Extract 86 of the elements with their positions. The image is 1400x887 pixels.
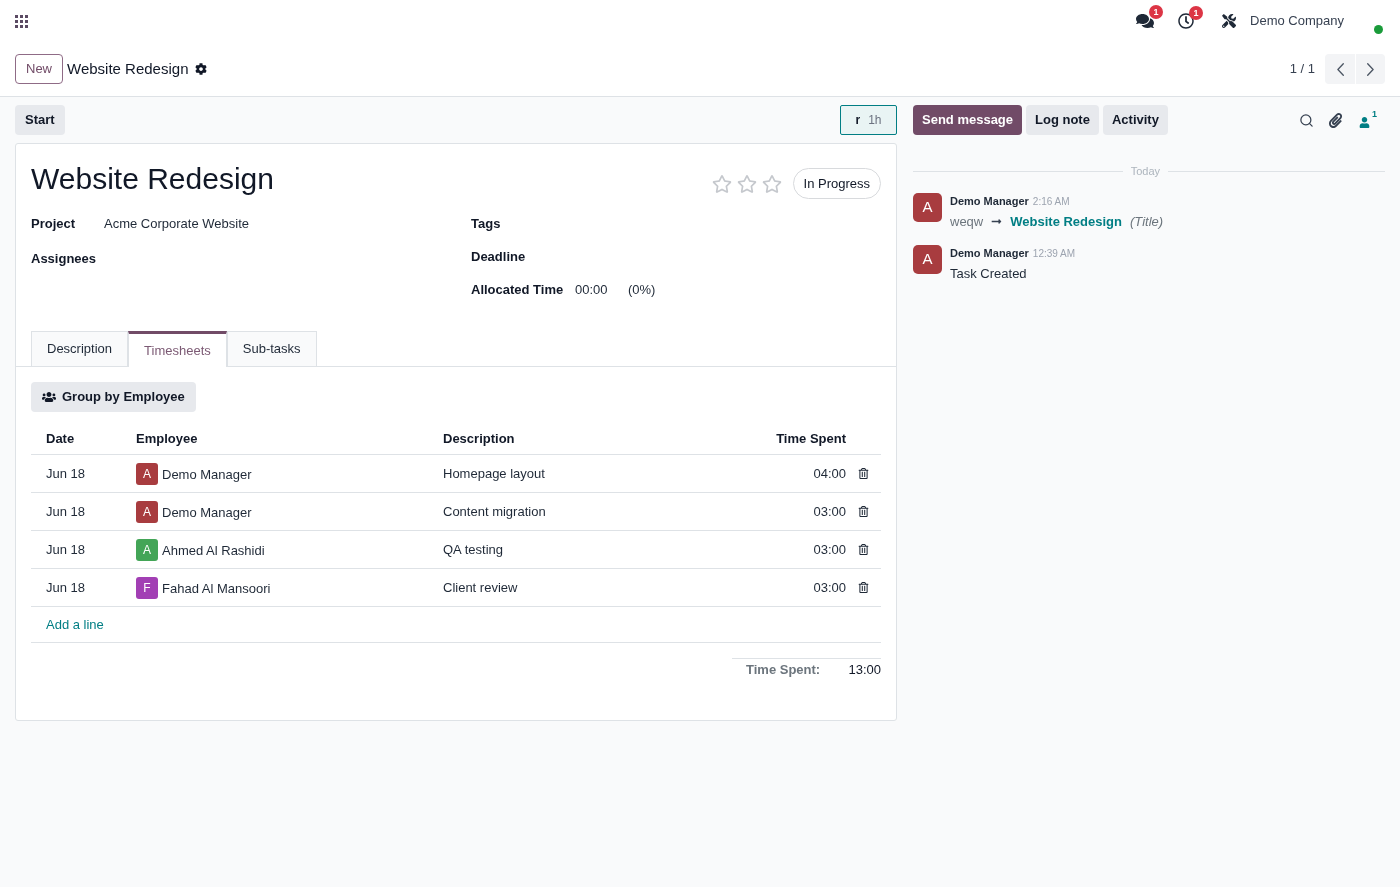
message-body: Task Created xyxy=(950,265,1028,283)
tab[interactable]: Description xyxy=(31,331,129,366)
field-label: Allocated Time xyxy=(471,280,565,299)
employee-avatar: A xyxy=(136,500,158,523)
chevron-right-icon xyxy=(1367,62,1374,76)
column-header[interactable]: Date xyxy=(31,428,121,449)
employee-name: Fahad Al Mansoori xyxy=(162,580,271,599)
date-cell-text: Jun 18 xyxy=(45,540,87,559)
description-cell-text: Content migration xyxy=(442,502,547,521)
chatter-button[interactable]: Log note xyxy=(1026,105,1099,135)
field-value[interactable]: Acme Corporate Website xyxy=(104,213,249,234)
stage-button[interactable]: In Progress xyxy=(792,168,881,199)
notification-badge: 1 xyxy=(1189,6,1204,20)
description-cell-text: Homepage layout xyxy=(442,464,546,483)
field-label: Assignees xyxy=(31,249,98,268)
timer-button[interactable]: r 1h xyxy=(840,105,897,135)
old-value: weqw xyxy=(950,213,984,231)
search-icon[interactable] xyxy=(1299,112,1314,128)
field-label: Deadline xyxy=(471,247,527,266)
column-header[interactable]: Description xyxy=(428,428,726,449)
followers-icon[interactable] xyxy=(1359,116,1370,128)
employee-avatar: A xyxy=(136,538,158,561)
star-icon[interactable] xyxy=(736,173,757,194)
description-cell-text: QA testing xyxy=(442,540,504,559)
employee-name: Demo Manager xyxy=(162,466,252,485)
apps-menu-icon[interactable] xyxy=(15,14,28,28)
online-status-icon xyxy=(1374,24,1383,34)
group-by-employee-button[interactable]: Group by Employee xyxy=(31,382,196,412)
description-cell-text: Client review xyxy=(442,578,519,597)
message-time: 12:39 AM xyxy=(1032,246,1076,261)
previous-record-button[interactable] xyxy=(1325,54,1355,84)
time-cell-text: 04:00 xyxy=(812,464,846,483)
employee-avatar: F xyxy=(136,576,158,599)
column-header[interactable]: Time Spent xyxy=(726,428,846,449)
start-button[interactable]: Start xyxy=(15,105,65,135)
task-title: Website Redesign xyxy=(31,161,274,197)
new-button[interactable]: New xyxy=(15,54,63,84)
message-author: Demo Manager xyxy=(950,245,1029,261)
time-cell-text: 03:00 xyxy=(812,578,846,597)
field-percentage: (0%) xyxy=(628,280,656,299)
delete-icon[interactable] xyxy=(858,544,869,555)
total-label: Time Spent: xyxy=(746,661,821,680)
date-cell-text: Jun 18 xyxy=(45,464,87,483)
breadcrumb-title: Website Redesign xyxy=(67,58,189,79)
employee-name: Demo Manager xyxy=(162,504,252,523)
field-value[interactable]: 00:00 xyxy=(575,279,628,300)
clock-icon[interactable] xyxy=(1178,13,1195,29)
column-header[interactable]: Employee xyxy=(121,428,428,449)
chatter-button[interactable]: Activity xyxy=(1102,105,1168,135)
date-separator: Today xyxy=(1129,164,1161,179)
settings-icon[interactable] xyxy=(195,63,208,75)
tab[interactable]: Sub-tasks xyxy=(226,331,317,366)
time-cell-text: 03:00 xyxy=(812,502,846,521)
chat-icon[interactable] xyxy=(1136,12,1155,30)
time-cell-text: 03:00 xyxy=(812,540,846,559)
chatter-button[interactable]: Send message xyxy=(913,105,1023,135)
field-label: Tags xyxy=(471,214,502,233)
author-avatar: A xyxy=(913,192,942,222)
delete-icon[interactable] xyxy=(858,468,869,479)
message-time: 2:16 AM xyxy=(1032,194,1070,209)
star-icon[interactable] xyxy=(711,173,732,194)
company-name[interactable]: Demo Company xyxy=(1250,11,1344,31)
author-avatar: A xyxy=(913,244,942,274)
employee-name: Ahmed Al Rashidi xyxy=(162,542,265,561)
tracked-field: (Title) xyxy=(1130,212,1164,232)
date-cell-text: Jun 18 xyxy=(45,502,87,521)
tools-icon[interactable] xyxy=(1222,14,1237,28)
delete-icon[interactable] xyxy=(858,506,869,517)
new-value: Website Redesign xyxy=(1010,213,1122,231)
pager-counter[interactable]: 1 / 1 xyxy=(1289,59,1315,79)
employee-avatar: A xyxy=(136,462,158,485)
total-value: 13:00 xyxy=(848,661,881,680)
field-label: Project xyxy=(31,214,77,233)
tab[interactable]: Timesheets xyxy=(128,331,227,367)
message-author: Demo Manager xyxy=(950,193,1029,209)
delete-icon[interactable] xyxy=(858,582,869,593)
followers-count[interactable]: 1 xyxy=(1372,108,1377,122)
priority-stars[interactable] xyxy=(711,173,782,194)
chevron-left-icon xyxy=(1336,62,1344,76)
paperclip-icon[interactable] xyxy=(1328,112,1343,128)
star-icon[interactable] xyxy=(761,173,782,194)
users-icon xyxy=(42,390,56,404)
next-record-button[interactable] xyxy=(1355,54,1385,84)
notification-badge: 1 xyxy=(1149,5,1164,19)
add-line-link[interactable]: Add a line xyxy=(46,614,104,635)
date-cell-text: Jun 18 xyxy=(45,578,87,597)
